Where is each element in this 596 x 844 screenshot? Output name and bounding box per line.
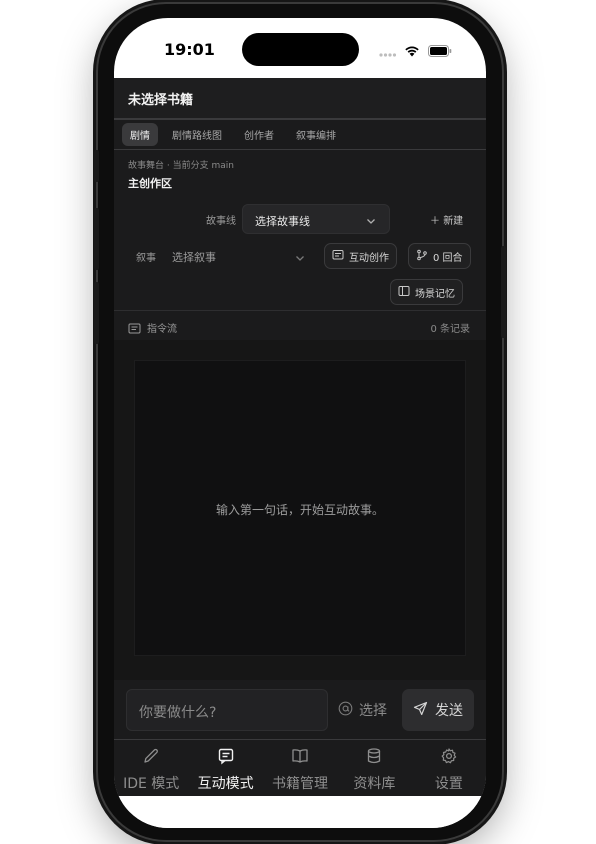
at-sign-icon <box>338 701 353 720</box>
app-content: 未选择书籍 剧情 剧情路线图 创作者 叙事编排 故事舞台 · 当前分支 main… <box>114 78 486 796</box>
book-icon <box>291 747 309 769</box>
tabbar-item-book-management[interactable]: 书籍管理 <box>263 741 337 796</box>
signal-icon <box>379 42 397 61</box>
message-lines-icon <box>128 320 141 339</box>
feed-empty-panel: 输入第一句话，开始互动故事。 <box>134 360 466 656</box>
storyline-select-value: 选择故事线 <box>255 215 310 228</box>
command-feed-label: 指令流 <box>147 324 177 335</box>
tabbar-label: 书籍管理 <box>272 776 329 792</box>
section-divider <box>114 310 486 311</box>
status-time: 19:01 <box>164 40 215 59</box>
narrative-row: 叙事 选择叙事 互动创作 0 回合 <box>114 242 486 270</box>
mention-select-label: 选择 <box>359 703 387 719</box>
interactive-creation-button[interactable]: 互动创作 <box>324 243 397 269</box>
record-count: 0 条记录 <box>430 324 470 335</box>
tabbar-label: IDE 模式 <box>123 776 180 792</box>
top-tabs: 剧情 剧情路线图 创作者 叙事编排 <box>114 120 486 150</box>
send-icon <box>413 701 428 720</box>
tab-creators[interactable]: 创作者 <box>236 123 282 146</box>
chevron-down-icon <box>294 249 306 268</box>
storyline-label: 故事线 <box>206 216 236 227</box>
pencil-icon <box>142 747 160 769</box>
panel-left-icon <box>398 285 410 300</box>
rounds-label: 0 回合 <box>433 252 463 264</box>
tabbar-label: 设置 <box>434 776 463 792</box>
tabbar-item-library[interactable]: 资料库 <box>337 741 411 796</box>
bottom-tabbar: IDE 模式 互动模式 书籍管理 资料库 设置 <box>114 741 486 796</box>
new-storyline-label: 新建 <box>443 216 464 227</box>
storyline-select[interactable]: 选择故事线 <box>242 204 390 234</box>
storyline-row: 故事线 选择故事线 ＋ 新建 <box>114 204 486 234</box>
command-feed-header: 指令流 0 条记录 <box>114 318 486 338</box>
mute-switch <box>94 150 99 182</box>
interactive-creation-label: 互动创作 <box>349 252 389 264</box>
command-feed-area[interactable]: 输入第一句话，开始互动故事。 <box>114 340 486 680</box>
app-header: 未选择书籍 <box>114 78 486 120</box>
wifi-icon <box>404 42 420 61</box>
narrative-select-value: 选择叙事 <box>172 251 216 264</box>
action-input-placeholder: 你要做什么? <box>139 705 217 721</box>
send-button[interactable]: 发送 <box>402 689 474 731</box>
tab-plot[interactable]: 剧情 <box>122 123 158 146</box>
phone-screen: 19:01 未选择书籍 剧情 剧情路线图 创作者 叙事编排 故事舞台 · 当前分… <box>114 18 486 828</box>
status-icons <box>379 42 452 61</box>
tab-plot-roadmap[interactable]: 剧情路线图 <box>164 123 230 146</box>
breadcrumb: 故事舞台 · 当前分支 main <box>128 161 234 171</box>
narrative-select[interactable]: 选择叙事 <box>164 242 310 270</box>
scene-memory-label: 场景记忆 <box>415 288 455 300</box>
database-icon <box>365 747 383 769</box>
home-indicator-area <box>114 796 486 828</box>
tabbar-item-settings[interactable]: 设置 <box>412 741 486 796</box>
volume-up-button <box>94 208 99 270</box>
tabbar-item-ide-mode[interactable]: IDE 模式 <box>114 741 188 796</box>
empty-state-text: 输入第一句话，开始互动故事。 <box>215 503 384 517</box>
rounds-button[interactable]: 0 回合 <box>408 243 471 269</box>
volume-down-button <box>94 282 99 344</box>
mention-select-button[interactable]: 选择 <box>338 700 387 720</box>
status-bar: 19:01 <box>114 18 486 78</box>
power-button <box>501 246 506 338</box>
book-title: 未选择书籍 <box>128 92 194 108</box>
battery-icon <box>428 42 452 61</box>
tabbar-item-interactive-mode[interactable]: 互动模式 <box>188 741 262 796</box>
composer: 你要做什么? 选择 发送 <box>114 680 486 740</box>
gear-icon <box>440 747 458 769</box>
chevron-down-icon <box>365 212 377 231</box>
narrative-label: 叙事 <box>136 253 156 264</box>
action-input[interactable]: 你要做什么? <box>126 689 328 731</box>
dynamic-island <box>242 33 359 66</box>
tab-narrative-arrangement[interactable]: 叙事编排 <box>288 123 344 146</box>
git-branch-icon <box>416 249 428 264</box>
area-title: 主创作区 <box>128 177 172 190</box>
message-square-icon <box>332 249 344 264</box>
plus-icon: ＋ <box>430 216 444 227</box>
stage-info: 故事舞台 · 当前分支 main 主创作区 <box>114 150 486 191</box>
tabbar-label: 互动模式 <box>197 776 254 792</box>
new-storyline-button[interactable]: ＋ 新建 <box>430 212 463 227</box>
scene-memory-button[interactable]: 场景记忆 <box>390 279 463 305</box>
tabbar-label: 资料库 <box>353 776 396 792</box>
scene-memory-row: 场景记忆 <box>114 278 486 305</box>
send-label: 发送 <box>435 703 463 719</box>
message-icon <box>217 747 235 769</box>
